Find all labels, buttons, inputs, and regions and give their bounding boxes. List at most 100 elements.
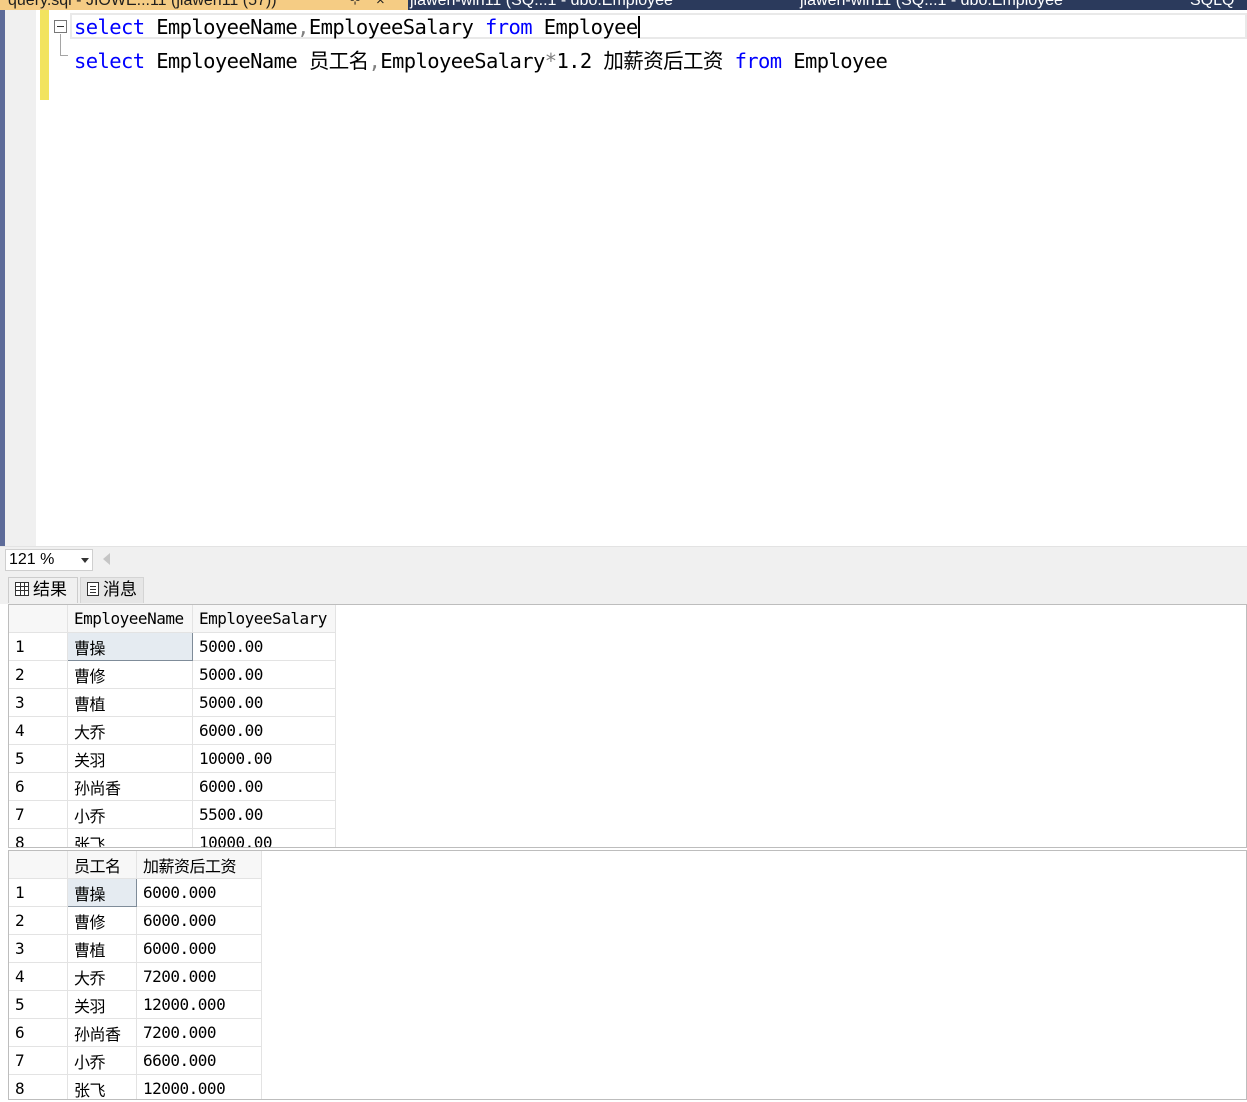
tab-label: SQLQ (1190, 0, 1235, 9)
code-text: 1.2 加薪资后工资 (556, 49, 735, 73)
corner-cell[interactable] (9, 605, 68, 633)
result-grid-1[interactable]: EmployeeName EmployeeSalary 1 曹操 5000.00 2 曹… (8, 604, 1247, 848)
tab-label: jiawen-win11 (SQ...1 - dbo.Employee (410, 0, 673, 9)
table-row[interactable]: 7 小乔 6600.000 (9, 1046, 262, 1075)
row-number[interactable]: 8 (9, 1074, 68, 1099)
row-number[interactable]: 6 (9, 772, 68, 801)
editor-margin (5, 10, 36, 546)
row-number[interactable]: 7 (9, 800, 68, 829)
cell-value[interactable]: 6000.00 (192, 772, 336, 801)
cell-name[interactable]: 曹修 (67, 906, 137, 935)
corner-cell[interactable] (9, 851, 68, 879)
row-number[interactable]: 4 (9, 962, 68, 991)
code-line-1[interactable]: select EmployeeName,EmployeeSalary from … (74, 15, 640, 39)
table-row[interactable]: 7 小乔 5500.00 (9, 800, 336, 829)
cell-value[interactable]: 6000.000 (136, 934, 262, 963)
cell-value[interactable]: 5000.00 (192, 632, 336, 661)
table-row[interactable]: 8 张飞 12000.000 (9, 1074, 262, 1099)
keyword: from (734, 49, 783, 73)
cell-name[interactable]: 小乔 (67, 1046, 137, 1075)
cell-value[interactable]: 6000.00 (192, 716, 336, 745)
close-icon[interactable]: × (376, 0, 385, 10)
cell-value[interactable]: 5500.00 (192, 800, 336, 829)
row-number[interactable]: 5 (9, 990, 68, 1019)
cell-value[interactable]: 7200.000 (136, 1018, 262, 1047)
cell-value[interactable]: 6000.000 (136, 878, 262, 907)
pin-icon[interactable]: ⊹ (350, 0, 360, 10)
tab-results[interactable]: 结果 (8, 577, 78, 603)
cell-value[interactable]: 10000.00 (192, 744, 336, 773)
cell-name[interactable]: 曹植 (67, 688, 193, 717)
cell-name[interactable]: 曹操 (67, 878, 137, 907)
tab-label: jiawen-win11 (SQ...1 - dbo.Employee (800, 0, 1063, 9)
row-number[interactable]: 1 (9, 632, 68, 661)
table-row[interactable]: 3 曹植 6000.000 (9, 934, 262, 963)
code-text: EmployeeSalary (380, 49, 545, 73)
tab-label: query.sql - JIOWE...11 (jiawen11 (57)) (8, 0, 277, 9)
column-header[interactable]: EmployeeName (67, 605, 193, 633)
row-number[interactable]: 2 (9, 660, 68, 689)
cell-value[interactable]: 12000.000 (136, 990, 262, 1019)
document-tab-strip: query.sql - JIOWE...11 (jiawen11 (57)) ⊹… (0, 0, 1247, 10)
sql-editor[interactable]: select EmployeeName,EmployeeSalary from … (0, 10, 1247, 546)
table-row[interactable]: 6 孙尚香 7200.000 (9, 1018, 262, 1047)
row-number[interactable]: 2 (9, 906, 68, 935)
tab-sqlquery[interactable]: SQLQ (1190, 0, 1234, 10)
cell-name[interactable]: 大乔 (67, 962, 137, 991)
cell-value[interactable]: 6600.000 (136, 1046, 262, 1075)
cell-name[interactable]: 曹修 (67, 660, 193, 689)
chevron-down-icon[interactable] (81, 558, 89, 563)
cell-name[interactable]: 大乔 (67, 716, 193, 745)
table-row[interactable]: 2 曹修 6000.000 (9, 906, 262, 935)
row-number[interactable]: 3 (9, 934, 68, 963)
keyword: from (485, 15, 533, 39)
tab-employee-table-2[interactable]: jiawen-win11 (SQ...1 - dbo.Employee (800, 0, 1063, 10)
row-number[interactable]: 1 (9, 878, 68, 907)
cell-name[interactable]: 关羽 (67, 990, 137, 1019)
operator: , (297, 15, 309, 39)
code-line-2[interactable]: select EmployeeName 员工名,EmployeeSalary*1… (74, 44, 888, 74)
row-number[interactable]: 8 (9, 828, 68, 847)
table-row[interactable]: 2 曹修 5000.00 (9, 660, 336, 689)
cell-name[interactable]: 小乔 (67, 800, 193, 829)
cell-value[interactable]: 5000.00 (192, 688, 336, 717)
table-row[interactable]: 8 张飞 10000.00 (9, 828, 336, 847)
cell-name[interactable]: 孙尚香 (67, 772, 193, 801)
cell-name[interactable]: 张飞 (67, 1074, 137, 1099)
cell-value[interactable]: 10000.00 (192, 828, 336, 847)
tab-employee-table-1[interactable]: jiawen-win11 (SQ...1 - dbo.Employee (410, 0, 673, 10)
result-grid-2[interactable]: 员工名 加薪资后工资 1 曹操 6000.000 2 曹修 6000.000 3 曹植 6000… (8, 850, 1247, 1100)
editor-status-strip: 121 % (0, 546, 1247, 573)
row-number[interactable]: 4 (9, 716, 68, 745)
table-row[interactable]: 5 关羽 12000.000 (9, 990, 262, 1019)
cell-value[interactable]: 12000.000 (136, 1074, 262, 1099)
scroll-left-arrow-icon[interactable] (103, 553, 110, 565)
column-header[interactable]: EmployeeSalary (192, 605, 336, 633)
column-header[interactable]: 员工名 (67, 851, 137, 879)
cell-name[interactable]: 曹植 (67, 934, 137, 963)
cell-name[interactable]: 孙尚香 (67, 1018, 137, 1047)
tab-messages[interactable]: 消息 (80, 577, 144, 603)
table-row[interactable]: 1 曹操 6000.000 (9, 878, 262, 907)
cell-value[interactable]: 7200.000 (136, 962, 262, 991)
collapse-icon[interactable] (54, 20, 67, 33)
table-row[interactable]: 4 大乔 7200.000 (9, 962, 262, 991)
table-row[interactable]: 4 大乔 6000.00 (9, 716, 336, 745)
row-number[interactable]: 7 (9, 1046, 68, 1075)
cell-name[interactable]: 张飞 (67, 828, 193, 847)
tab-query-sql[interactable]: query.sql - JIOWE...11 (jiawen11 (57)) ⊹… (0, 0, 408, 10)
row-number[interactable]: 5 (9, 744, 68, 773)
row-number[interactable]: 6 (9, 1018, 68, 1047)
cell-value[interactable]: 6000.000 (136, 906, 262, 935)
table-row[interactable]: 5 关羽 10000.00 (9, 744, 336, 773)
cell-name[interactable]: 曹操 (67, 632, 193, 661)
outline-line (60, 34, 61, 56)
zoom-dropdown[interactable]: 121 % (5, 549, 93, 571)
table-row[interactable]: 3 曹植 5000.00 (9, 688, 336, 717)
row-number[interactable]: 3 (9, 688, 68, 717)
table-row[interactable]: 6 孙尚香 6000.00 (9, 772, 336, 801)
table-row[interactable]: 1 曹操 5000.00 (9, 632, 336, 661)
cell-value[interactable]: 5000.00 (192, 660, 336, 689)
cell-name[interactable]: 关羽 (67, 744, 193, 773)
column-header[interactable]: 加薪资后工资 (136, 851, 262, 879)
